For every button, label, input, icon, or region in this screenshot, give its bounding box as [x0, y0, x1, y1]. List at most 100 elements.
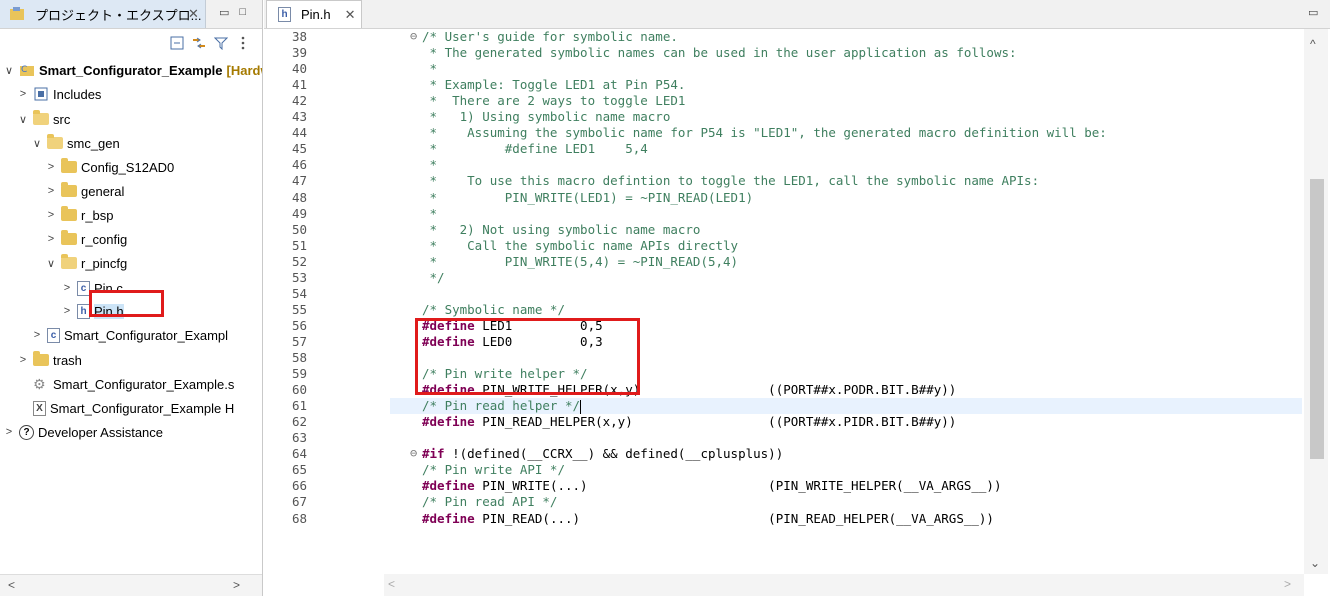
tab-project-explorer[interactable]: プロジェクト・エクスプロ... ✕: [0, 0, 206, 28]
line-number: 60: [292, 382, 308, 398]
line-number: 63: [292, 430, 308, 446]
c-file-icon: c: [47, 327, 60, 343]
code-line: /* Symbolic name */: [422, 302, 1302, 318]
tree-item[interactable]: > Includes: [16, 82, 102, 106]
explorer-horizontal-scrollbar[interactable]: < >: [0, 574, 262, 596]
code-comment: */: [422, 269, 445, 285]
code-comment: /* User's guide for symbolic name.: [422, 29, 678, 44]
tree-item-label: general: [81, 183, 125, 199]
tree-item[interactable]: > r_bsp: [44, 203, 114, 227]
line-number: 59: [292, 366, 308, 382]
chevron-right-icon[interactable]: >: [2, 426, 16, 438]
code-text: PIN_READ_HELPER(x,y) ((PORT##x.PIDR.BIT.…: [474, 414, 957, 430]
tree-item[interactable]: ∨ r_pincfg: [44, 251, 127, 275]
scroll-down-icon[interactable]: ⌄: [1310, 556, 1320, 570]
chevron-right-icon[interactable]: >: [44, 161, 58, 173]
tree-item[interactable]: > trash: [16, 348, 82, 372]
fold-toggle-icon[interactable]: ⊖: [410, 29, 417, 43]
tree-item[interactable]: ∨ smc_gen: [30, 131, 120, 155]
close-icon[interactable]: ✕: [188, 6, 199, 22]
line-number: 56: [292, 317, 308, 333]
editor-vertical-scrollbar[interactable]: ^ ⌄: [1304, 29, 1328, 574]
code-comment: * The generated symbolic names can be us…: [422, 45, 1017, 61]
code-line: *: [422, 157, 1302, 173]
line-number: 45: [292, 141, 308, 157]
tree-item[interactable]: ⚙ Smart_Configurator_Example.s: [16, 372, 234, 396]
chevron-down-icon[interactable]: ∨: [44, 257, 58, 270]
scroll-right-icon[interactable]: >: [1284, 577, 1291, 591]
gear-icon: ⚙: [33, 376, 46, 392]
scroll-left-icon[interactable]: <: [8, 578, 15, 592]
scroll-thumb[interactable]: [1310, 179, 1324, 459]
chevron-right-icon[interactable]: >: [44, 233, 58, 245]
tree-item[interactable]: > c Smart_Configurator_Exampl: [30, 323, 228, 347]
code-comment: /* Pin read helper */: [422, 398, 581, 414]
chevron-down-icon[interactable]: ∨: [2, 64, 16, 77]
chevron-right-icon[interactable]: >: [44, 209, 58, 221]
tree-item[interactable]: ∨ C Smart_Configurator_Example[HardwareDeb…: [2, 58, 263, 82]
code-comment: /* Symbolic name */: [422, 301, 565, 317]
scroll-right-icon[interactable]: >: [233, 578, 240, 592]
tree-item[interactable]: >? Developer Assistance: [2, 420, 163, 444]
build-config-label: [HardwareDebug]: [226, 62, 263, 78]
chevron-right-icon[interactable]: >: [30, 329, 44, 341]
code-comment: * Call the symbolic name APIs directly: [422, 237, 739, 253]
tree-item[interactable]: > Config_S12AD0: [44, 155, 174, 179]
project-explorer-panel: プロジェクト・エクスプロ... ✕ ▭ □ ∨ C Smart_Configurat…: [0, 0, 263, 596]
chevron-right-icon[interactable]: >: [60, 282, 74, 294]
line-number: 47: [292, 173, 308, 189]
code-comment: * #define LED1 5,4: [422, 141, 648, 157]
code-line: * Call the symbolic name APIs directly: [422, 238, 1302, 254]
chevron-right-icon[interactable]: >: [60, 305, 74, 317]
line-number: 51: [292, 237, 308, 253]
code-line: #define PIN_READ(...) (PIN_READ_HELPER(_…: [422, 511, 1302, 527]
view-menu-icon[interactable]: [235, 35, 251, 51]
minimize-icon[interactable]: ▭: [1308, 6, 1318, 19]
link-with-editor-icon[interactable]: [191, 35, 207, 51]
tab-project-explorer-label: プロジェクト・エクスプロ...: [35, 7, 202, 23]
code-line: #define PIN_READ_HELPER(x,y) ((PORT##x.P…: [422, 414, 1302, 430]
chevron-right-icon[interactable]: >: [44, 185, 58, 197]
code-text: !(defined(__CCRX__) && defined(__cpluspl…: [444, 446, 784, 462]
line-number: 40: [292, 61, 308, 77]
scroll-left-icon[interactable]: <: [388, 577, 395, 591]
tree-item[interactable]: > general: [44, 179, 124, 203]
filter-icon[interactable]: [213, 35, 229, 51]
chevron-down-icon[interactable]: ∨: [16, 113, 30, 126]
line-number: 66: [292, 478, 308, 494]
tree-item-label: trash: [53, 352, 82, 368]
tab-pin-h[interactable]: h Pin.h ✕: [266, 0, 362, 28]
minimize-icon[interactable]: ▭: [219, 6, 229, 19]
code-comment: *: [422, 205, 438, 221]
tab-pin-h-label: Pin.h: [301, 7, 331, 22]
code-comment: * To use this macro defintion to toggle …: [422, 173, 1040, 189]
chevron-down-icon[interactable]: ∨: [30, 137, 44, 150]
line-number: 42: [292, 93, 308, 109]
chevron-right-icon[interactable]: >: [16, 88, 30, 100]
maximize-icon[interactable]: □: [239, 6, 246, 19]
tree-item[interactable]: ∨ src: [16, 107, 70, 131]
includes-icon: [33, 86, 49, 102]
tree-item-label: Smart_Configurator_Exampl: [64, 327, 229, 343]
tree-item-label: r_pincfg: [81, 255, 128, 271]
tree-item-label: src: [53, 111, 71, 127]
code-comment: * Example: Toggle LED1 at Pin P54.: [422, 77, 686, 93]
chevron-right-icon[interactable]: >: [16, 354, 30, 366]
folder-icon: [61, 158, 77, 175]
line-number: 48: [292, 189, 308, 205]
code-text: PIN_WRITE(...) (PIN_WRITE_HELPER(__VA_AR…: [474, 478, 1002, 494]
code-comment: * 1) Using symbolic name macro: [422, 109, 671, 125]
scroll-up-icon[interactable]: ^: [1310, 37, 1316, 51]
tree-item[interactable]: > r_config: [44, 227, 127, 251]
code-comment: /* Pin read API */: [422, 494, 558, 510]
tree-item-label: Smart_Configurator_Example.s: [53, 376, 235, 392]
explorer-toolbar: [169, 35, 251, 51]
code-line: * The generated symbolic names can be us…: [422, 45, 1302, 61]
tree-item[interactable]: X Smart_Configurator_Example H: [16, 396, 234, 420]
editor-horizontal-scrollbar[interactable]: < >: [384, 574, 1304, 596]
fold-toggle-icon[interactable]: ⊖: [410, 446, 417, 460]
code-line: * #define LED1 5,4: [422, 141, 1302, 157]
close-icon[interactable]: ✕: [345, 7, 356, 23]
collapse-all-icon[interactable]: [169, 35, 185, 51]
